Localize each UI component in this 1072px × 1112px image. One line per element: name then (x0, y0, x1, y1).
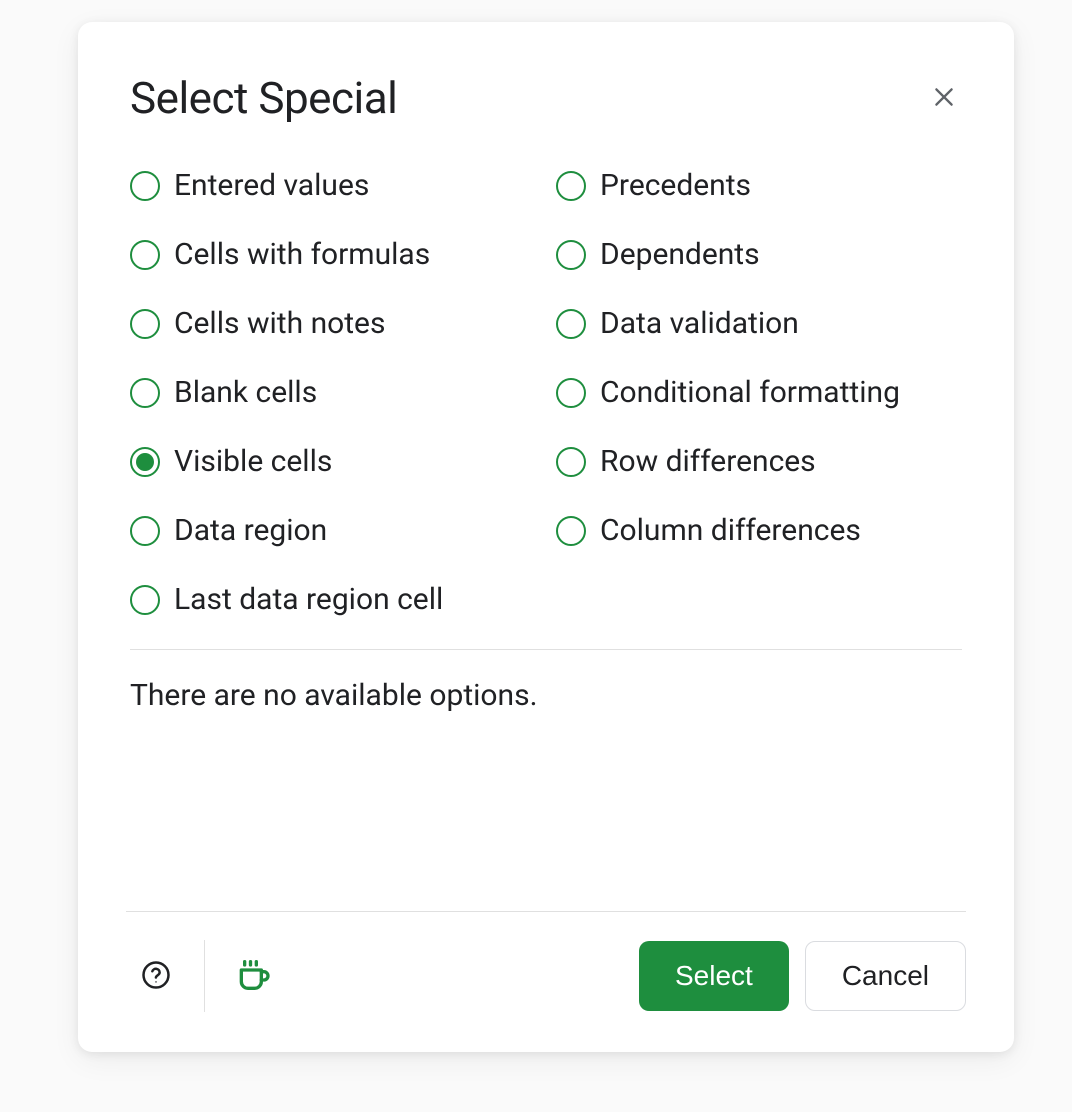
radio-entered-values[interactable]: Entered values (130, 168, 536, 203)
radio-dependents[interactable]: Dependents (556, 237, 962, 272)
radio-visible-cells[interactable]: Visible cells (130, 444, 536, 479)
radio-icon (130, 585, 160, 615)
coffee-icon (233, 955, 273, 998)
radio-icon (130, 171, 160, 201)
coffee-button[interactable] (223, 946, 283, 1006)
radio-icon (130, 447, 160, 477)
footer-actions: Select Cancel (639, 941, 966, 1011)
radio-label: Visible cells (174, 444, 332, 479)
radio-icon (556, 516, 586, 546)
radio-icon (556, 171, 586, 201)
divider (130, 649, 962, 650)
radio-label: Last data region cell (174, 582, 443, 617)
close-icon (931, 84, 957, 113)
radio-conditional-formatting[interactable]: Conditional formatting (556, 375, 962, 410)
radio-precedents[interactable]: Precedents (556, 168, 962, 203)
select-button[interactable]: Select (639, 941, 789, 1011)
radio-label: Conditional formatting (600, 375, 900, 410)
radio-icon (130, 240, 160, 270)
radio-label: Blank cells (174, 375, 317, 410)
radio-label: Cells with notes (174, 306, 385, 341)
radio-last-data-region-cell[interactable]: Last data region cell (130, 582, 536, 617)
radio-icon (130, 309, 160, 339)
radio-label: Precedents (600, 168, 751, 203)
radio-icon (130, 516, 160, 546)
radio-label: Row differences (600, 444, 816, 479)
dialog-title: Select Special (130, 72, 397, 124)
radio-column-differences[interactable]: Column differences (556, 513, 962, 548)
radio-icon (130, 378, 160, 408)
close-button[interactable] (926, 80, 962, 116)
dialog-header: Select Special (130, 72, 962, 124)
radio-data-region[interactable]: Data region (130, 513, 536, 548)
radio-row-differences[interactable]: Row differences (556, 444, 962, 479)
cancel-button[interactable]: Cancel (805, 941, 966, 1011)
radio-label: Entered values (174, 168, 369, 203)
radio-label: Data region (174, 513, 327, 548)
select-special-dialog: Select Special Entered values Precedents… (78, 22, 1014, 1052)
help-button[interactable] (126, 946, 186, 1006)
radio-label: Data validation (600, 306, 799, 341)
no-options-message: There are no available options. (130, 678, 962, 911)
footer-left (126, 940, 283, 1012)
radio-icon (556, 447, 586, 477)
options-grid: Entered values Precedents Cells with for… (130, 168, 962, 617)
radio-label: Dependents (600, 237, 760, 272)
radio-icon (556, 309, 586, 339)
radio-icon (556, 240, 586, 270)
radio-cells-with-notes[interactable]: Cells with notes (130, 306, 536, 341)
radio-icon (556, 378, 586, 408)
radio-cells-with-formulas[interactable]: Cells with formulas (130, 237, 536, 272)
radio-label: Cells with formulas (174, 237, 430, 272)
radio-label: Column differences (600, 513, 861, 548)
dialog-footer: Select Cancel (126, 911, 966, 1012)
radio-data-validation[interactable]: Data validation (556, 306, 962, 341)
vertical-separator (204, 940, 205, 1012)
radio-blank-cells[interactable]: Blank cells (130, 375, 536, 410)
help-icon (141, 960, 171, 993)
